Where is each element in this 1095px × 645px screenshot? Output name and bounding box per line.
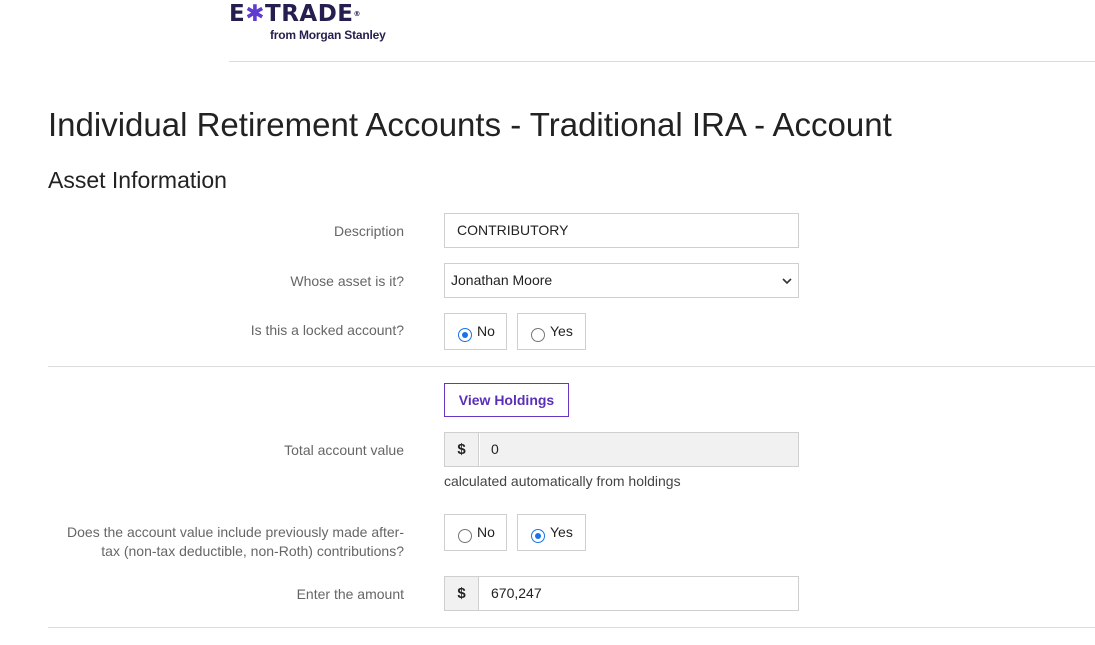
logo-letters-trade: TRADE <box>265 1 354 27</box>
description-input[interactable]: CONTRIBUTORY <box>444 213 799 248</box>
after-tax-label-line1: Does the account value include previousl… <box>67 524 404 540</box>
section-title: Asset Information <box>48 167 227 193</box>
logo-registered-mark: ® <box>353 10 362 18</box>
logo-letter-e: E <box>229 1 246 27</box>
after-tax-no-label: No <box>477 524 495 540</box>
total-value-field: $ 0 <box>444 432 799 467</box>
owner-label: Whose asset is it? <box>290 273 404 289</box>
radio-selected-icon <box>458 328 472 342</box>
logo-subtitle: from Morgan Stanley <box>270 28 386 42</box>
section-divider <box>48 366 1095 367</box>
bottom-divider <box>48 627 1095 628</box>
after-tax-yes-label: Yes <box>550 524 573 540</box>
after-tax-label-line2: tax (non-tax deductible, non-Roth) contr… <box>101 543 404 559</box>
amount-field[interactable]: $ 670,247 <box>444 576 799 611</box>
currency-symbol: $ <box>445 577 479 610</box>
total-value-amount: 0 <box>480 433 798 466</box>
after-tax-label: Does the account value include previousl… <box>67 523 404 561</box>
after-tax-yes-radio[interactable]: Yes <box>517 514 586 551</box>
total-value-label: Total account value <box>284 442 404 458</box>
radio-unselected-icon <box>458 529 472 543</box>
radio-unselected-icon <box>531 328 545 342</box>
owner-select-value: Jonathan Moore <box>451 272 553 288</box>
amount-label: Enter the amount <box>296 586 404 602</box>
locked-yes-radio[interactable]: Yes <box>517 313 586 350</box>
page-title: Individual Retirement Accounts - Traditi… <box>48 106 892 143</box>
chevron-down-icon <box>782 278 792 285</box>
after-tax-no-radio[interactable]: No <box>444 514 507 551</box>
owner-select[interactable]: Jonathan Moore <box>444 263 799 298</box>
logo-star-icon: ✱ <box>245 1 265 27</box>
description-label: Description <box>333 223 404 239</box>
etrade-logo[interactable]: E✱TRADE® from Morgan Stanley <box>229 2 399 46</box>
total-value-helper-text: calculated automatically from holdings <box>444 473 681 489</box>
logo-wordmark: E✱TRADE® <box>229 2 361 26</box>
view-holdings-button[interactable]: View Holdings <box>444 383 569 417</box>
header-divider <box>229 61 1095 62</box>
currency-symbol: $ <box>445 433 479 466</box>
radio-selected-icon <box>531 529 545 543</box>
amount-input[interactable]: 670,247 <box>480 577 798 610</box>
locked-label: Is this a locked account? <box>250 322 404 338</box>
locked-no-label: No <box>477 323 495 339</box>
locked-yes-label: Yes <box>550 323 573 339</box>
locked-no-radio[interactable]: No <box>444 313 507 350</box>
